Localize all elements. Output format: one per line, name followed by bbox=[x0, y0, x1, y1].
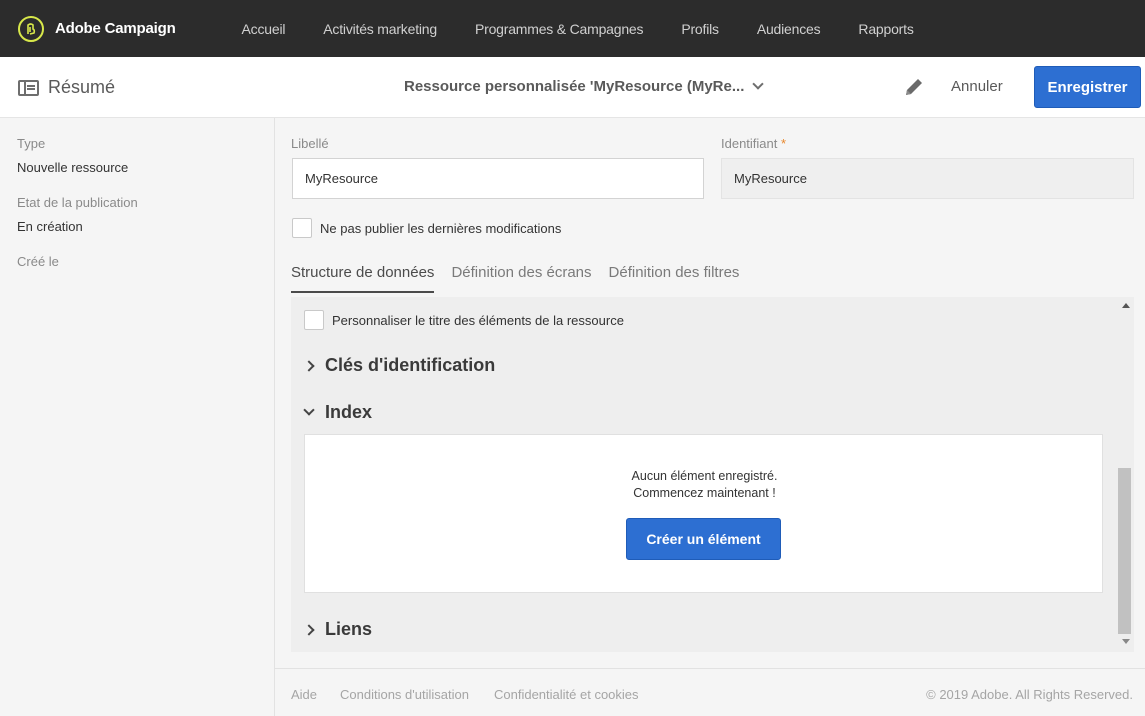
scroll-down-arrow-icon[interactable] bbox=[1122, 639, 1130, 644]
summary-panel: Type Nouvelle ressource Etat de la publi… bbox=[0, 118, 275, 716]
footer-terms-link[interactable]: Conditions d'utilisation bbox=[340, 687, 469, 702]
section-keys-title: Clés d'identification bbox=[325, 355, 496, 375]
cancel-button[interactable]: Annuler bbox=[951, 78, 1003, 95]
footer-help-link[interactable]: Aide bbox=[291, 687, 317, 702]
nav-item-activites-marketing[interactable]: Activités marketing bbox=[323, 21, 437, 37]
scrollbar[interactable] bbox=[1117, 297, 1134, 652]
summary-label: Résumé bbox=[48, 77, 116, 97]
empty-message-line2: Commencez maintenant ! bbox=[633, 486, 776, 500]
libelle-label: Libellé bbox=[291, 136, 329, 151]
chevron-down-icon bbox=[752, 78, 765, 90]
main-content: Libellé MyResource Identifiant * MyResou… bbox=[275, 118, 1145, 668]
created-label: Créé le bbox=[17, 254, 59, 269]
identifiant-input[interactable]: MyResource bbox=[721, 158, 1134, 199]
resource-title: Ressource personnalisée 'MyResource (MyR… bbox=[404, 78, 745, 95]
identifiant-label: Identifiant * bbox=[721, 136, 786, 151]
copyright-text: © 2019 Adobe. All Rights Reserved. bbox=[926, 687, 1133, 702]
structure-panel: Personnaliser le titre des éléments de l… bbox=[291, 297, 1134, 652]
tab-bar: Structure de données Définition des écra… bbox=[291, 264, 756, 293]
type-value: Nouvelle ressource bbox=[17, 160, 129, 175]
tab-definition-ecrans[interactable]: Définition des écrans bbox=[451, 264, 591, 293]
section-index-title: Index bbox=[325, 402, 373, 422]
pencil-icon[interactable] bbox=[903, 76, 925, 98]
nav-item-rapports[interactable]: Rapports bbox=[858, 21, 913, 37]
top-navigation-bar: Adobe Campaign Accueil Activités marketi… bbox=[0, 0, 1145, 57]
tab-definition-filtres[interactable]: Définition des filtres bbox=[609, 264, 740, 293]
resource-title-dropdown[interactable]: Ressource personnalisée 'MyResource (MyR… bbox=[404, 78, 765, 95]
tab-structure-donnees[interactable]: Structure de données bbox=[291, 264, 435, 293]
main-nav: Accueil Activités marketing Programmes &… bbox=[242, 21, 952, 37]
footer: Aide Conditions d'utilisation Confidenti… bbox=[275, 668, 1145, 716]
type-label: Type bbox=[17, 136, 46, 151]
section-links-header[interactable]: Liens bbox=[303, 619, 373, 640]
no-publish-label: Ne pas publier les dernières modificatio… bbox=[320, 221, 562, 236]
scrollbar-thumb[interactable] bbox=[1118, 468, 1131, 634]
create-element-button[interactable]: Créer un élément bbox=[626, 518, 781, 560]
section-links-title: Liens bbox=[325, 619, 373, 639]
empty-message-line1: Aucun élément enregistré. bbox=[631, 469, 778, 483]
nav-item-programmes-campagnes[interactable]: Programmes & Campagnes bbox=[475, 21, 644, 37]
chevron-right-icon bbox=[303, 359, 315, 372]
summary-toggle[interactable]: Résumé bbox=[18, 77, 115, 98]
customize-title-label: Personnaliser le titre des éléments de l… bbox=[332, 313, 624, 328]
footer-privacy-link[interactable]: Confidentialité et cookies bbox=[494, 687, 639, 702]
save-button[interactable]: Enregistrer bbox=[1034, 66, 1141, 108]
section-keys-header[interactable]: Clés d'identification bbox=[303, 355, 496, 376]
chevron-down-icon bbox=[303, 404, 315, 416]
required-marker: * bbox=[781, 136, 787, 151]
app-name: Adobe Campaign bbox=[55, 20, 176, 37]
publication-status-value: En création bbox=[17, 219, 83, 234]
no-publish-checkbox[interactable] bbox=[292, 218, 312, 238]
adobe-campaign-logo-icon bbox=[18, 15, 44, 42]
page-header: Résumé Ressource personnalisée 'MyResour… bbox=[0, 57, 1145, 118]
summary-panel-icon bbox=[18, 79, 39, 96]
app-logo[interactable]: Adobe Campaign bbox=[18, 15, 176, 42]
customize-title-checkbox[interactable] bbox=[304, 310, 324, 330]
chevron-right-icon bbox=[303, 623, 315, 636]
section-index-header[interactable]: Index bbox=[303, 402, 373, 423]
identifiant-label-text: Identifiant bbox=[721, 136, 778, 151]
scroll-up-arrow-icon[interactable] bbox=[1122, 303, 1130, 308]
libelle-input[interactable]: MyResource bbox=[292, 158, 704, 199]
publication-status-label: Etat de la publication bbox=[17, 195, 138, 210]
nav-item-accueil[interactable]: Accueil bbox=[242, 21, 286, 37]
nav-item-profils[interactable]: Profils bbox=[681, 21, 719, 37]
index-empty-state: Aucun élément enregistré. Commencez main… bbox=[304, 434, 1103, 593]
nav-item-audiences[interactable]: Audiences bbox=[757, 21, 821, 37]
